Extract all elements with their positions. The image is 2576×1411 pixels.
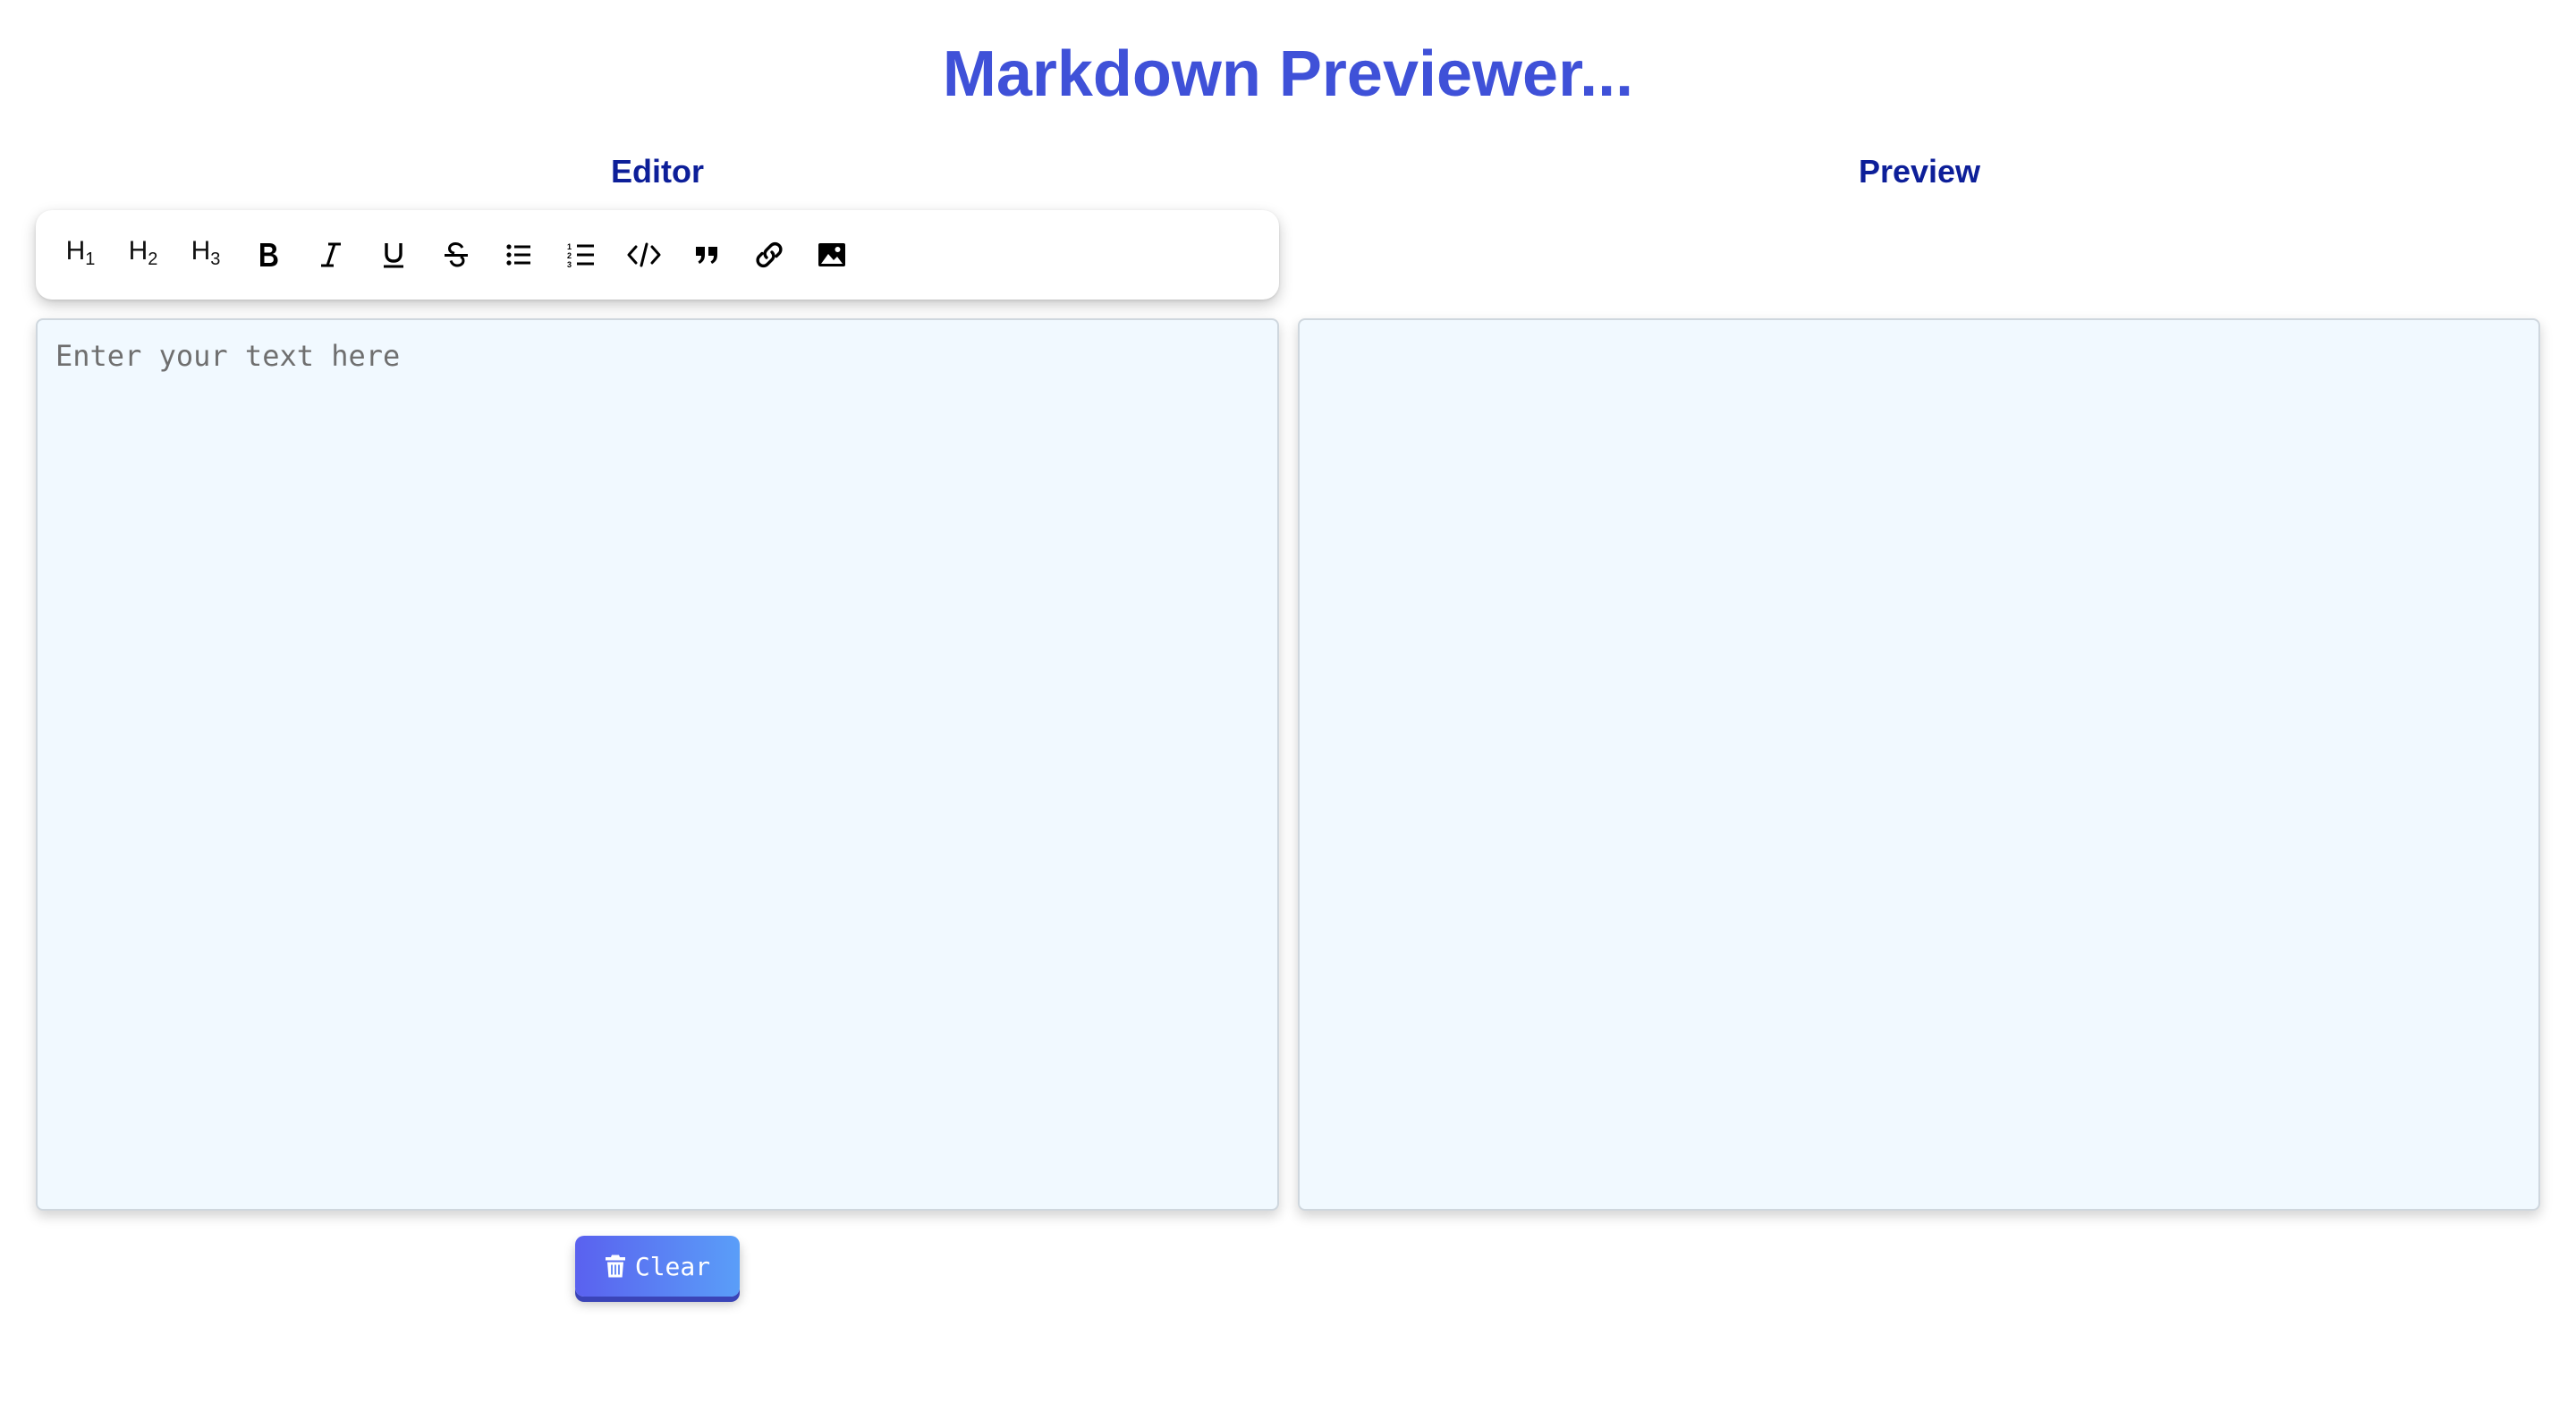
underline-button[interactable]	[369, 230, 419, 280]
heading-2-button[interactable]: H2	[118, 230, 168, 280]
code-icon	[627, 242, 661, 267]
link-icon	[756, 241, 783, 268]
bulleted-list-button[interactable]	[494, 230, 544, 280]
underline-icon	[384, 243, 403, 268]
svg-text:2: 2	[567, 251, 572, 260]
bulleted-list-icon	[506, 244, 530, 266]
page-title: Markdown Previewer...	[942, 38, 1634, 110]
heading-3-label: H3	[191, 235, 221, 269]
heading-2-label: H2	[128, 235, 158, 269]
code-button[interactable]	[619, 230, 669, 280]
bold-button[interactable]	[243, 230, 293, 280]
clear-button[interactable]: Clear	[575, 1236, 740, 1297]
bold-icon	[260, 243, 278, 266]
heading-1-button[interactable]: H1	[55, 230, 106, 280]
svg-text:1: 1	[567, 242, 572, 251]
image-icon	[818, 243, 845, 266]
quote-icon	[696, 247, 717, 264]
italic-icon	[321, 242, 341, 267]
strikethrough-icon	[445, 241, 468, 267]
link-button[interactable]	[744, 230, 794, 280]
italic-button[interactable]	[306, 230, 356, 280]
formatting-toolbar: H1 H2 H3 1 2 3	[36, 210, 1279, 300]
editor-textarea[interactable]	[38, 320, 1277, 1209]
clear-button-label: Clear	[634, 1251, 711, 1281]
image-button[interactable]	[807, 230, 857, 280]
numbered-list-icon: 1 2 3	[567, 242, 594, 268]
numbered-list-button[interactable]: 1 2 3	[556, 230, 606, 280]
svg-text:3: 3	[567, 260, 572, 268]
heading-3-button[interactable]: H3	[181, 230, 231, 280]
strikethrough-button[interactable]	[431, 230, 481, 280]
editor-pane	[36, 318, 1279, 1211]
preview-heading: Preview	[1858, 153, 1981, 190]
quote-button[interactable]	[682, 230, 732, 280]
heading-1-label: H1	[65, 235, 96, 269]
preview-pane	[1298, 318, 2540, 1211]
editor-heading: Editor	[611, 153, 704, 190]
trash-icon	[605, 1255, 625, 1278]
